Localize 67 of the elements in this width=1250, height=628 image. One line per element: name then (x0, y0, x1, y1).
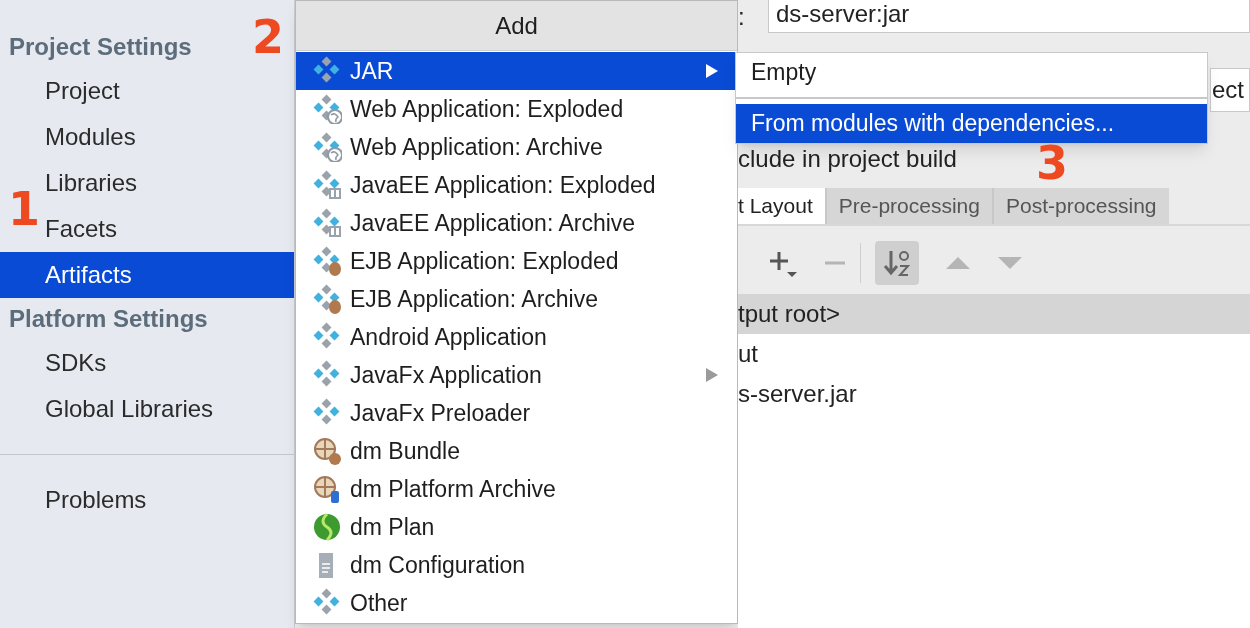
menu-item-label: JavaEE Application: Archive (350, 208, 637, 238)
menu-item[interactable]: JavaEE Application: Archive (296, 204, 737, 242)
section-header: Platform Settings (9, 304, 208, 334)
crosshair-bottle-icon (312, 474, 342, 504)
tab[interactable]: t Layout (738, 188, 825, 224)
globe-cluster-icon (312, 132, 342, 162)
name-field[interactable]: ds-server:jar (768, 0, 1250, 33)
tree-row[interactable]: s-server.jar (738, 374, 1250, 414)
section-header: Project Settings (9, 32, 192, 62)
sidebar-item[interactable]: Project (45, 73, 120, 109)
sidebar-item[interactable]: SDKs (45, 345, 107, 381)
sidebar-item[interactable]: Artifacts (45, 257, 132, 293)
submenu-item[interactable]: Empty (736, 53, 1207, 92)
menu-item-label: dm Configuration (350, 550, 527, 580)
sidebar-item[interactable]: Modules (45, 119, 136, 155)
sphere-icon (312, 512, 342, 542)
menu-item[interactable]: Web Application: Archive (296, 128, 737, 166)
bean-cluster-icon (312, 284, 342, 314)
globe-cluster-icon (312, 94, 342, 124)
menu-item[interactable]: EJB Application: Archive (296, 280, 737, 318)
tree-row[interactable]: tput root> (738, 294, 1250, 334)
bean-cluster-icon (312, 246, 342, 276)
menu-item[interactable]: Web Application: Exploded (296, 90, 737, 128)
menu-item-label: EJB Application: Exploded (350, 246, 620, 276)
field-label: : (738, 1, 746, 32)
menu-item-label: EJB Application: Archive (350, 284, 600, 314)
include-label: clude in project build (738, 144, 957, 174)
menu-item[interactable]: dm Bundle (296, 432, 737, 470)
tab[interactable]: Post-processing (991, 188, 1169, 224)
submenu-item[interactable]: From modules with dependencies... (736, 104, 1207, 143)
annotation-mark: 2 (252, 14, 284, 60)
menu-item-label: dm Plan (350, 512, 436, 542)
crosshair-bean-icon (312, 436, 342, 466)
tab[interactable]: Pre-processing (824, 188, 992, 224)
menu-item-label: dm Bundle (350, 436, 461, 466)
tree-row[interactable]: ut (738, 334, 1250, 374)
menu-item-label: Other (350, 588, 409, 618)
menu-item-label: Web Application: Exploded (350, 94, 625, 124)
output-field[interactable]: ect (1210, 68, 1250, 112)
menu-item[interactable]: JavaFx Preloader (296, 394, 737, 432)
sidebar-item[interactable]: Global Libraries (45, 391, 214, 427)
sidebar-item[interactable]: Problems (45, 482, 147, 518)
menu-item-label: JavaEE Application: Exploded (350, 170, 657, 200)
menu-item[interactable]: EJB Application: Exploded (296, 242, 737, 280)
menu-item-label: Android Application (350, 322, 548, 352)
annotation-mark: 1 (8, 186, 40, 232)
sort-icon (883, 248, 911, 278)
annotation-mark: 3 (1036, 140, 1068, 186)
menu-item-label: dm Platform Archive (350, 474, 557, 504)
sort-button[interactable] (875, 241, 919, 285)
menu-item[interactable]: dm Platform Archive (296, 470, 737, 508)
sidebar-item[interactable]: Facets (45, 211, 118, 247)
menu-title: Add (296, 1, 737, 51)
menu-item[interactable]: dm Plan (296, 508, 737, 546)
menu-item-label: JavaFx Application (350, 360, 543, 390)
menu-item[interactable]: JavaEE Application: Exploded (296, 166, 737, 204)
menu-item-label: JAR (350, 56, 395, 86)
menu-item[interactable]: JAR (296, 52, 737, 90)
menu-item[interactable]: Android Application (296, 318, 737, 356)
menu-item[interactable]: Other (296, 584, 737, 622)
menu-item[interactable]: JavaFx Application (296, 356, 737, 394)
javaee-cluster-icon (312, 208, 342, 238)
menu-item-label: Web Application: Archive (350, 132, 604, 162)
menu-item[interactable]: dm Configuration (296, 546, 737, 584)
javaee-cluster-icon (312, 170, 342, 200)
sidebar-item[interactable]: Libraries (45, 165, 138, 201)
menu-item-label: JavaFx Preloader (350, 398, 532, 428)
